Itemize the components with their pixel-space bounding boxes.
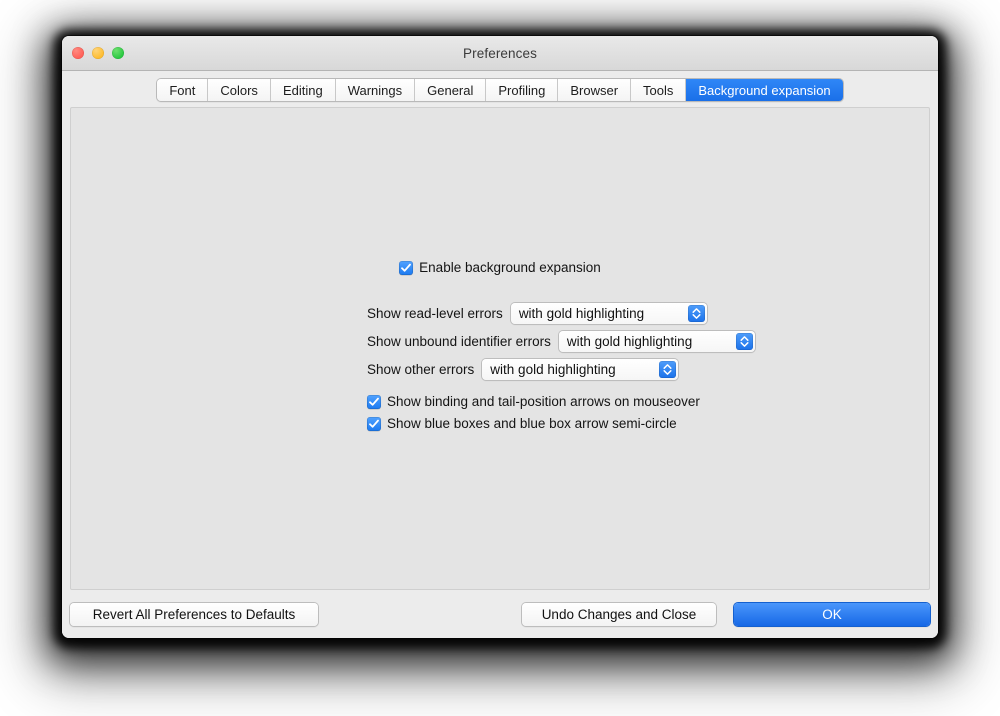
tab-warnings[interactable]: Warnings [335,79,416,101]
unbound-identifier-errors-row: Show unbound identifier errors with gold… [71,331,929,352]
undo-changes-and-close-button[interactable]: Undo Changes and Close [522,602,716,626]
window-title: Preferences [463,45,537,61]
traffic-light-group [72,36,124,70]
preferences-form: Enable background expansion Show read-le… [71,260,929,438]
unbound-identifier-errors-select[interactable]: with gold highlighting [558,331,755,352]
tab-content-panel: Enable background expansion Show read-le… [70,107,930,590]
unbound-identifier-errors-label: Show unbound identifier errors [367,334,551,349]
maximize-window-icon[interactable] [112,47,124,59]
other-errors-row: Show other errors with gold highlighting [71,359,929,380]
tab-tools[interactable]: Tools [631,79,687,101]
tab-editing[interactable]: Editing [270,79,336,101]
tab-colors[interactable]: Colors [208,79,271,101]
show-blue-boxes-checkbox-row[interactable]: Show blue boxes and blue box arrow semi-… [367,416,929,431]
minimize-window-icon[interactable] [92,47,104,59]
tab-strip-area: Font Colors Editing Warnings General Pro… [62,71,938,101]
close-window-icon[interactable] [72,47,84,59]
tab-strip: Font Colors Editing Warnings General Pro… [157,79,843,101]
show-blue-boxes-label: Show blue boxes and blue box arrow semi-… [387,416,677,431]
window-titlebar[interactable]: Preferences [62,36,938,71]
tab-background-expansion[interactable]: Background expansion [686,79,843,101]
tab-font[interactable]: Font [157,79,209,101]
revert-all-preferences-button[interactable]: Revert All Preferences to Defaults [70,602,318,626]
arrow-options-group: Show binding and tail-position arrows on… [71,394,929,431]
tab-content-wrapper: Enable background expansion Show read-le… [62,101,938,590]
screenshot-stage: Preferences Font Colors Editing Warnings… [0,0,1000,716]
checkmark-icon[interactable] [367,394,381,409]
read-level-errors-value: with gold highlighting [518,306,645,321]
read-level-errors-select[interactable]: with gold highlighting [510,303,707,324]
ok-button[interactable]: OK [734,602,930,626]
unbound-identifier-errors-value: with gold highlighting [566,334,693,349]
chevron-updown-icon[interactable] [659,361,677,378]
dialog-footer: Revert All Preferences to Defaults Undo … [62,590,938,638]
preferences-window: Preferences Font Colors Editing Warnings… [62,36,938,638]
tab-general[interactable]: General [415,79,487,101]
chevron-updown-icon[interactable] [735,333,753,350]
read-level-errors-label: Show read-level errors [367,306,503,321]
other-errors-value: with gold highlighting [490,362,616,377]
enable-background-expansion-label: Enable background expansion [419,260,601,275]
checkmark-icon[interactable] [399,260,414,275]
enable-expansion-row: Enable background expansion [71,260,929,275]
read-level-errors-row: Show read-level errors with gold highlig… [71,303,929,324]
other-errors-label: Show other errors [367,362,475,377]
other-errors-select[interactable]: with gold highlighting [482,359,679,380]
checkmark-icon[interactable] [367,416,381,431]
chevron-updown-icon[interactable] [687,305,705,322]
show-binding-arrows-checkbox-row[interactable]: Show binding and tail-position arrows on… [367,394,929,409]
enable-background-expansion-checkbox-row[interactable]: Enable background expansion [399,260,601,275]
tab-profiling[interactable]: Profiling [486,79,559,101]
tab-browser[interactable]: Browser [558,79,632,101]
show-binding-arrows-label: Show binding and tail-position arrows on… [387,394,700,409]
